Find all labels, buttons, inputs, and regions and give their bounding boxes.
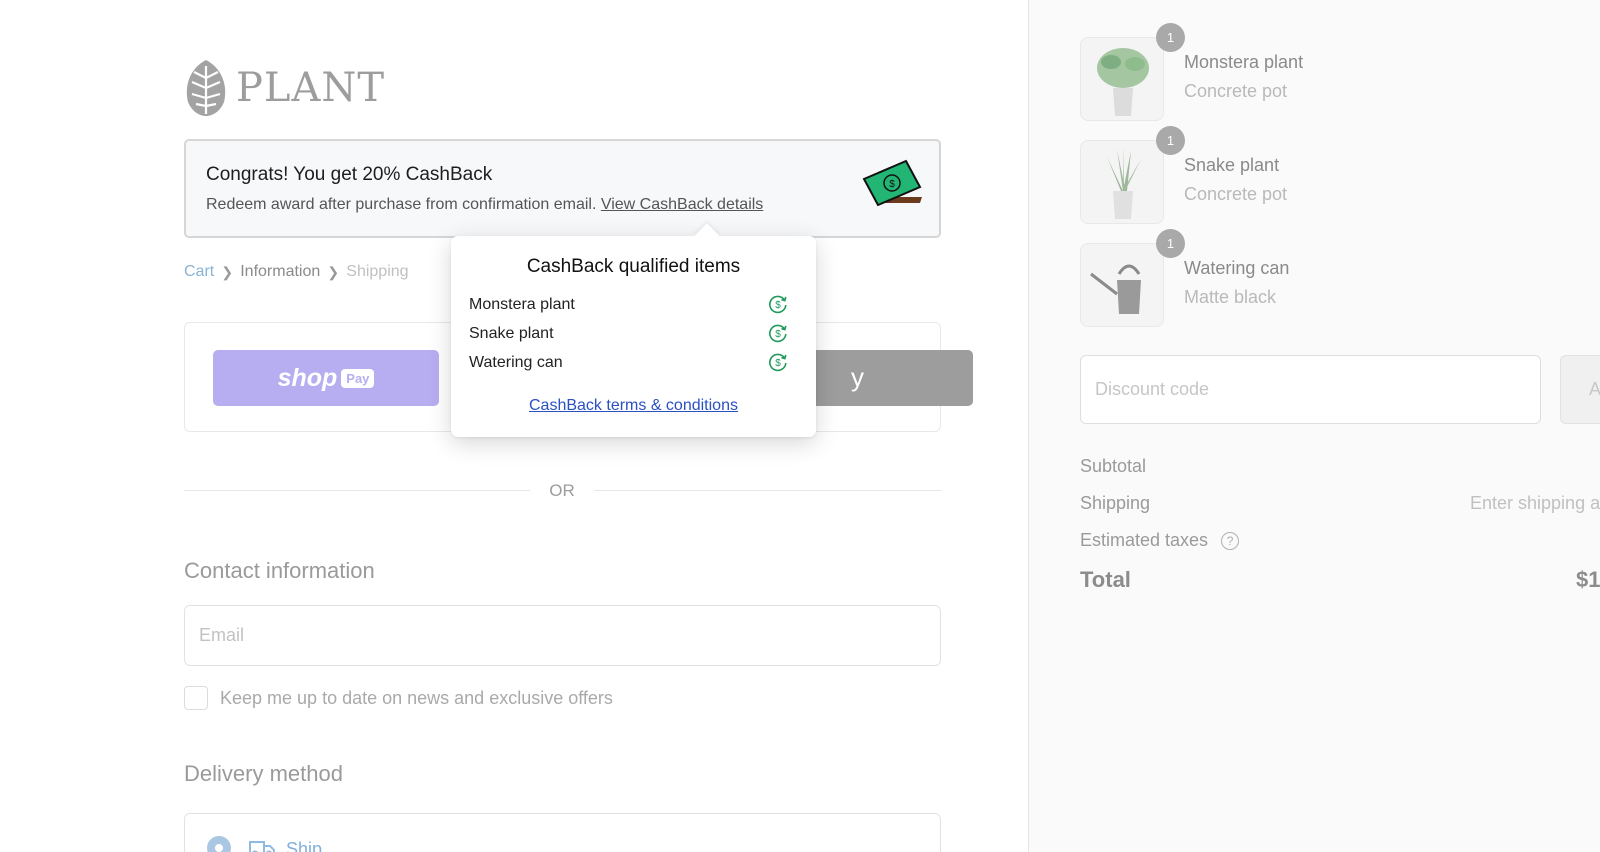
list-item: Watering can $ — [469, 352, 799, 374]
apply-discount-button[interactable]: A — [1560, 355, 1600, 424]
list-item: Monstera plant $ — [469, 294, 799, 316]
qualified-item-label: Monstera plant — [469, 296, 575, 313]
chevron-right-icon: ❯ — [221, 263, 234, 280]
or-label: OR — [549, 481, 575, 500]
item-name: Snake plant — [1184, 155, 1280, 175]
contact-information-title: Contact information — [184, 558, 375, 583]
item-name: Watering can — [1184, 258, 1290, 278]
total-row: Total $1 — [1080, 567, 1600, 593]
newsletter-label: Keep me up to date on news and exclusive… — [220, 687, 613, 708]
email-field[interactable] — [185, 606, 940, 665]
popover-title: CashBack qualified items — [526, 256, 741, 277]
qualified-item-label: Snake plant — [469, 325, 554, 342]
breadcrumb-cart[interactable]: Cart — [184, 263, 214, 281]
brand-logo[interactable]: PLANT — [184, 58, 385, 118]
cashback-terms-link[interactable]: CashBack terms & conditions — [451, 397, 816, 415]
subtotal-label: Subtotal — [1080, 456, 1147, 476]
order-summary: 1 Monstera plant Concrete pot 1 Snake pl… — [1028, 0, 1600, 852]
summary-item: 1 Watering can Matte black — [1080, 229, 1600, 327]
taxes-label: Estimated taxes — [1080, 530, 1209, 550]
summary-item: 1 Monstera plant Concrete pot — [1080, 23, 1600, 121]
summary-item: 1 Snake plant Concrete pot — [1080, 126, 1600, 224]
quantity-badge: 1 — [1156, 23, 1185, 52]
total-label: Total — [1080, 567, 1131, 592]
leaf-logo-icon — [186, 60, 226, 116]
item-variant: Matte black — [1184, 287, 1277, 307]
chevron-right-icon: ❯ — [327, 263, 340, 280]
shipping-row: Shipping Enter shipping a — [1080, 493, 1600, 514]
breadcrumb-information: Information — [240, 263, 321, 280]
item-variant: Concrete pot — [1184, 184, 1288, 204]
snake-plant-image — [1080, 140, 1164, 224]
view-cashback-details-link[interactable]: View CashBack details — [601, 196, 763, 213]
svg-text:$: $ — [775, 300, 781, 311]
truck-icon — [249, 841, 275, 852]
cashback-popover: CashBack qualified items Monstera plant … — [451, 223, 816, 437]
coin-icon: $ — [769, 353, 787, 372]
list-item: Snake plant $ — [469, 323, 799, 345]
breadcrumb: Cart ❯ Information ❯ Shipping — [184, 263, 409, 281]
email-field-wrapper — [184, 605, 941, 666]
delivery-method-title: Delivery method — [184, 761, 343, 786]
newsletter-checkbox[interactable] — [184, 686, 208, 710]
qualified-item-label: Watering can — [469, 354, 563, 371]
quantity-badge: 1 — [1156, 229, 1185, 258]
shop-pay-badge: Pay — [341, 368, 375, 388]
discount-code-input[interactable] — [1081, 356, 1540, 423]
breadcrumb-shipping: Shipping — [346, 263, 409, 280]
taxes-row: Estimated taxes ? — [1080, 530, 1600, 551]
cashback-subtitle: Redeem award after purchase from confirm… — [206, 196, 763, 214]
help-icon[interactable]: ? — [1221, 532, 1240, 551]
delivery-option-ship[interactable]: Ship — [184, 813, 941, 852]
shipping-label: Shipping — [1080, 493, 1151, 513]
ship-label: Ship — [286, 839, 323, 852]
svg-text:$: $ — [889, 179, 895, 190]
discount-field-wrapper — [1080, 355, 1541, 424]
quantity-badge: 1 — [1156, 126, 1185, 155]
coin-icon: $ — [769, 295, 787, 314]
cashback-banner: Congrats! You get 20% CashBack Redeem aw… — [184, 139, 941, 238]
money-icon: $ — [862, 159, 922, 207]
watering-can-image — [1080, 243, 1164, 327]
svg-text:$: $ — [775, 329, 781, 340]
or-divider: OR — [184, 481, 941, 501]
shipping-value: Enter shipping a — [1470, 493, 1600, 513]
total-value: $1 — [1576, 567, 1600, 592]
coin-icon: $ — [769, 324, 787, 343]
brand-name: PLANT — [236, 65, 386, 111]
shop-pay-wordmark: shop — [277, 363, 338, 392]
ship-radio[interactable] — [207, 836, 231, 852]
cashback-title: Congrats! You get 20% CashBack — [206, 164, 493, 185]
newsletter-option: Keep me up to date on news and exclusive… — [184, 686, 613, 710]
monstera-plant-image — [1080, 37, 1164, 121]
subtotal-row: Subtotal — [1080, 456, 1600, 477]
shop-pay-button[interactable]: shop Pay — [213, 350, 439, 406]
cashback-subtitle-text: Redeem award after purchase from confirm… — [206, 196, 597, 213]
svg-text:$: $ — [775, 358, 781, 369]
item-name: Monstera plant — [1184, 52, 1304, 72]
item-variant: Concrete pot — [1184, 81, 1288, 101]
